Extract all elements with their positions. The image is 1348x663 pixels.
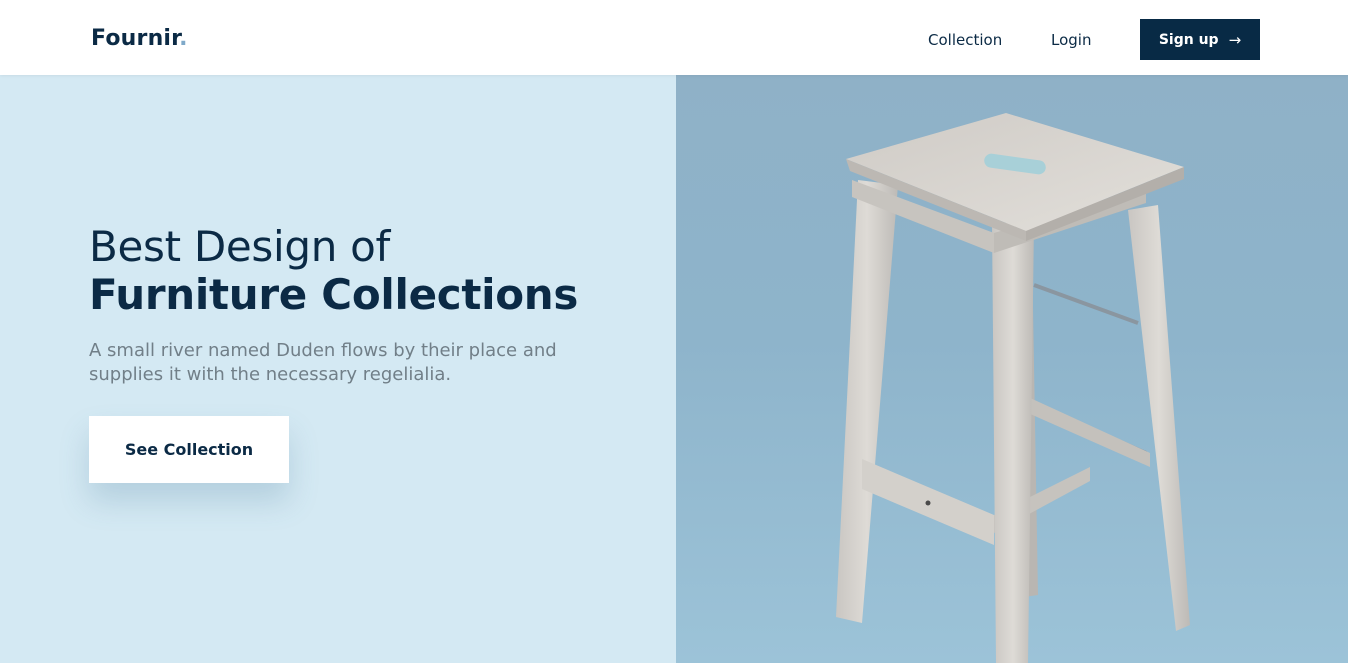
hero-title-line-2: Furniture Collections xyxy=(89,270,579,319)
signup-button-label: Sign up xyxy=(1158,31,1219,48)
hero-image-panel xyxy=(676,75,1348,663)
signup-button[interactable]: Sign up → xyxy=(1140,19,1260,60)
nav-link-login[interactable]: Login xyxy=(1051,31,1091,49)
brand-dot: . xyxy=(179,26,188,51)
navbar: Fournir. Collection Login Sign up → xyxy=(0,0,1348,75)
hero-title-line-1: Best Design of xyxy=(89,222,390,271)
see-collection-button[interactable]: See Collection xyxy=(89,416,289,483)
wooden-stool-photo xyxy=(836,113,1190,663)
hero-subtitle: A small river named Duden flows by their… xyxy=(89,340,557,385)
brand-logo[interactable]: Fournir. xyxy=(91,26,188,51)
brand-name: Fournir xyxy=(91,26,180,51)
arrow-right-icon: → xyxy=(1228,30,1242,49)
nav-link-collection[interactable]: Collection xyxy=(928,31,1002,49)
